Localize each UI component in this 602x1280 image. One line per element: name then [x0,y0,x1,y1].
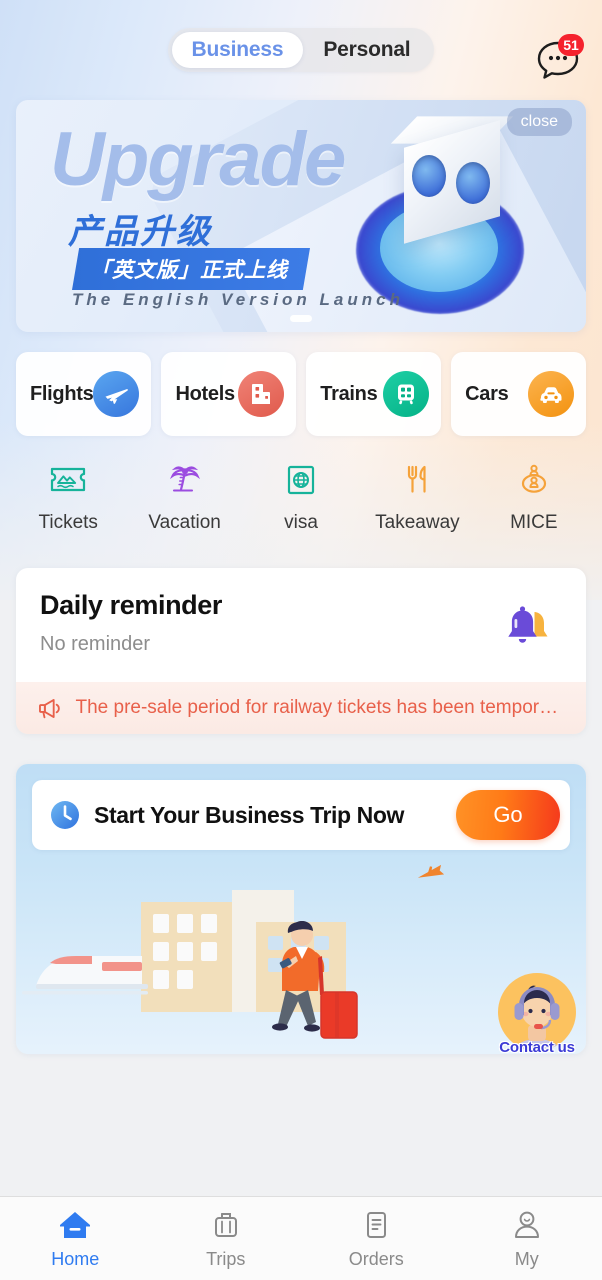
banner-cube-hole-left [412,155,446,197]
attraction-ticket-icon [51,467,86,492]
banner-close-button[interactable]: close [506,108,572,136]
train-icon [383,371,430,417]
service-card-hotels[interactable]: Hotels [161,352,297,436]
tab-label: My [514,1248,539,1269]
start-trip-title: Start Your Business Trip Now [94,801,405,828]
business-trip-promo-card: Start Your Business Trip Now Go Contact … [16,764,586,1054]
service-label: Cars [465,382,509,405]
service-card-flights[interactable]: Flights [16,352,152,436]
tab-label: Orders [348,1248,404,1269]
service-label: Trains [320,382,378,405]
daily-reminder-section: Daily reminder No reminder The pre-sale … [16,568,586,734]
tab-label: Trips [206,1248,246,1269]
reminder-empty-text: No reminder [40,633,151,655]
service-card-trains[interactable]: Trains [306,352,442,436]
meeting-people-icon [521,464,546,493]
bell-icon [500,600,556,659]
car-icon [527,371,574,417]
contact-us-label: Contact us [499,1039,575,1054]
upgrade-banner[interactable]: Upgrade 产品升级 「英文版」正式上线 The English Versi… [16,100,586,332]
announcement-text: The pre-sale period for railway tickets … [75,697,564,718]
quick-link-label: Tickets [38,512,98,533]
suitcase-icon [214,1212,237,1237]
banner-title-cn: 产品升级 [68,213,212,251]
banner-title: Upgrade [50,117,346,202]
chat-unread-badge: 51 [558,34,584,56]
service-card-cars[interactable]: Cars [451,352,586,436]
quick-link-label: Vacation [148,512,221,533]
account-mode-switch[interactable]: Business Personal [167,28,435,72]
megaphone-icon [39,699,60,719]
quick-link-label: Takeaway [375,512,460,533]
quick-link-label: visa [284,512,318,533]
app-header: Business Personal 51 [0,0,602,100]
service-label: Hotels [175,382,235,405]
banner-page-indicator[interactable] [290,315,312,322]
document-icon [367,1211,387,1238]
contact-us-button[interactable]: Contact us [496,973,578,1054]
home-page: Business Personal 51 Upgrade 产品升级 「英文版」正… [0,0,602,1280]
tab-label: Home [51,1248,100,1269]
quick-link-vacation[interactable]: Vacation [126,460,242,534]
service-card-row: Flights Hotels Trains Cars [16,352,586,436]
tab-orders[interactable]: Orders [301,1208,452,1270]
tab-home[interactable]: Home [0,1208,151,1270]
banner-cube-hole-right [456,162,490,204]
quick-link-mice[interactable]: MICE [476,460,592,534]
clock-icon [48,798,82,832]
airplane-icon [93,371,140,417]
reminder-title: Daily reminder [40,590,222,620]
quick-link-visa[interactable]: visa [243,460,359,534]
go-button[interactable]: Go [456,790,560,840]
quick-link-label: MICE [510,512,558,533]
quick-link-tickets[interactable]: Tickets [10,460,126,534]
start-trip-bar[interactable]: Start Your Business Trip Now Go [32,780,570,850]
banner-tag: 「英文版」正式上线 [72,248,310,290]
passport-globe-icon [287,465,315,495]
quick-link-takeaway[interactable]: Takeaway [359,460,475,534]
bottom-tab-bar: Home Trips Orders My [0,1196,602,1280]
person-icon [514,1211,539,1238]
palm-tree-icon [169,466,200,492]
announcement-banner[interactable]: The pre-sale period for railway tickets … [16,682,586,734]
chat-button[interactable]: 51 [536,34,584,80]
service-label: Flights [30,382,94,405]
home-icon [60,1211,91,1238]
banner-subtitle: The English Version Launch [72,290,404,309]
hotel-building-icon [238,371,285,417]
quick-link-row: Tickets Vacation visa Takeaway MICE [10,460,592,534]
segment-personal[interactable]: Personal [303,32,430,68]
segment-business[interactable]: Business [171,32,304,68]
fork-knife-icon [408,465,427,493]
tab-trips[interactable]: Trips [151,1208,302,1270]
daily-reminder-card[interactable]: Daily reminder No reminder [16,568,586,682]
tab-my[interactable]: My [452,1208,602,1270]
